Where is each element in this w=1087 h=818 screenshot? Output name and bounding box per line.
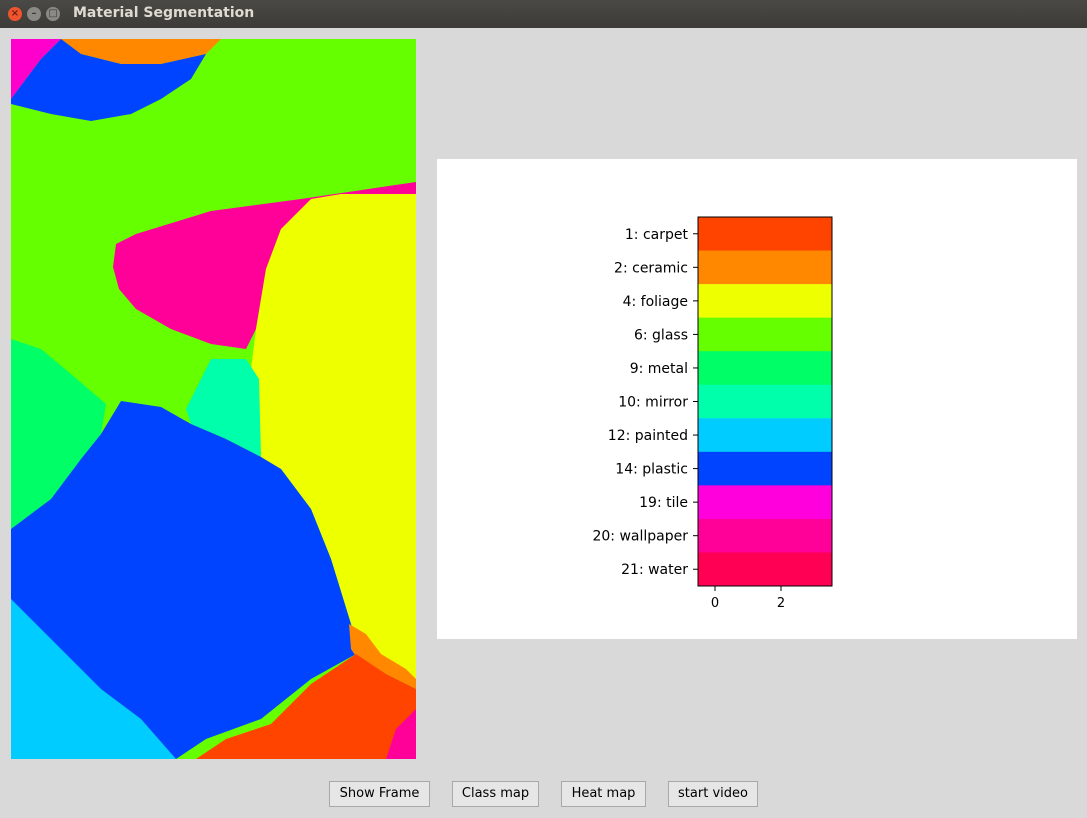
- legend-swatch: [698, 217, 832, 252]
- legend-swatch: [698, 418, 832, 453]
- start-video-button[interactable]: start video: [668, 781, 758, 807]
- legend-label: 10: mirror: [618, 395, 688, 411]
- legend-label: 14: plastic: [615, 462, 688, 478]
- legend-label: 2: ceramic: [614, 260, 688, 276]
- legend-label: 6: glass: [634, 327, 688, 343]
- legend-swatch: [698, 351, 832, 386]
- segmentation-image: [11, 39, 416, 759]
- class-map-button[interactable]: Class map: [452, 781, 539, 807]
- legend-label: 19: tile: [639, 495, 688, 511]
- legend-swatch: [698, 284, 832, 319]
- legend-swatch: [698, 317, 832, 352]
- legend-chart: 1: carpet 2: ceramic 4: foliage 6: glass 9: …: [592, 216, 833, 611]
- legend-swatch: [698, 552, 832, 587]
- minimize-icon[interactable]: –: [27, 7, 41, 21]
- title-bar: × – □ Material Segmentation: [0, 0, 1087, 28]
- legend-swatch: [698, 518, 832, 553]
- window-title: Material Segmentation: [73, 5, 255, 21]
- legend-swatch: [698, 485, 832, 520]
- legend-panel: 1: carpet 2: ceramic 4: foliage 6: glass 9: …: [437, 159, 1077, 639]
- legend-swatch: [698, 384, 832, 419]
- x-tick-label: 2: [777, 596, 785, 611]
- legend-label: 4: foliage: [623, 294, 688, 310]
- legend-swatch: [698, 250, 832, 285]
- legend-swatch: [698, 451, 832, 486]
- legend-label: 12: painted: [608, 428, 688, 444]
- legend-label: 21: water: [621, 562, 688, 578]
- x-tick-label: 0: [711, 596, 719, 611]
- maximize-icon[interactable]: □: [46, 7, 60, 21]
- legend-label: 9: metal: [630, 361, 688, 377]
- close-icon[interactable]: ×: [8, 7, 22, 21]
- legend-label: 1: carpet: [625, 227, 689, 243]
- show-frame-button[interactable]: Show Frame: [329, 781, 430, 807]
- legend-label: 20: wallpaper: [592, 529, 688, 545]
- heat-map-button[interactable]: Heat map: [561, 781, 646, 807]
